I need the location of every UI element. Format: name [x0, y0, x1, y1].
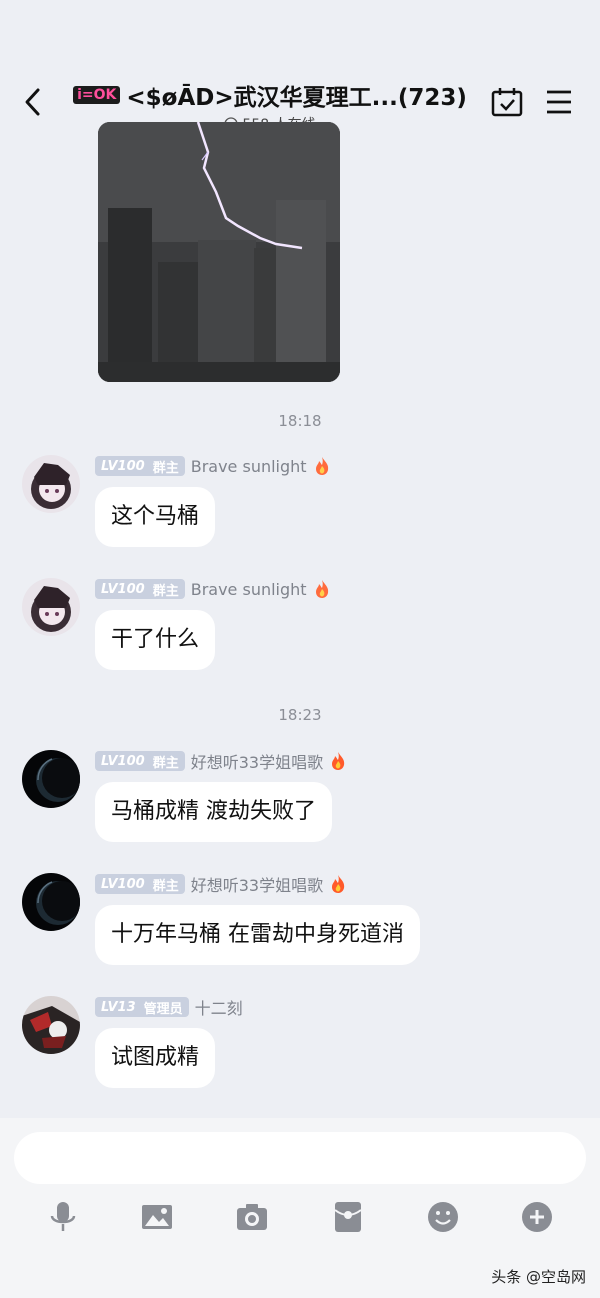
camera-icon[interactable]: [235, 1200, 269, 1234]
timestamp: 18:18: [278, 412, 322, 430]
timestamp: 18:23: [278, 706, 322, 724]
message-bubble[interactable]: 干了什么: [95, 610, 216, 670]
avatar[interactable]: [22, 455, 80, 513]
group-badge: i=OK: [73, 86, 121, 104]
level-badge: LV100 群主: [95, 751, 185, 771]
fire-icon: [332, 875, 345, 893]
avatar[interactable]: [22, 996, 80, 1054]
red-packet-icon[interactable]: [331, 1200, 365, 1234]
sender-name: 好想听33学姐唱歌: [190, 876, 324, 895]
message-bubble[interactable]: 十万年马桶 在雷劫中身死道消: [95, 905, 420, 965]
sender-name: Brave sunlight: [190, 579, 307, 599]
fire-icon: [332, 752, 345, 770]
level-badge: LV13 管理员: [95, 997, 189, 1017]
avatar[interactable]: [22, 578, 80, 636]
sender-name: 好想听33学姐唱歌: [190, 753, 324, 772]
fire-icon: [315, 457, 328, 475]
back-icon[interactable]: [18, 82, 48, 122]
plus-icon[interactable]: [520, 1200, 554, 1234]
menu-icon[interactable]: [544, 88, 574, 116]
level-badge: LV100 群主: [95, 579, 185, 599]
sender-name: 十二刻: [194, 999, 243, 1018]
avatar[interactable]: [22, 750, 80, 808]
group-title: <$øĀD>武汉华夏理工...(723): [126, 85, 467, 111]
message-bubble[interactable]: 试图成精: [95, 1028, 216, 1088]
avatar[interactable]: [22, 873, 80, 931]
message-bubble[interactable]: 马桶成精 渡劫失败了: [95, 782, 332, 842]
calendar-check-icon[interactable]: [490, 86, 524, 118]
image-icon[interactable]: [140, 1200, 174, 1234]
watermark: 头条 @空岛网: [491, 1268, 586, 1286]
level-badge: LV100 群主: [95, 874, 185, 894]
microphone-icon[interactable]: [46, 1200, 80, 1234]
fire-icon: [315, 580, 328, 598]
chat-header: i=OK <$øĀD>武汉华夏理工...(723) 558 人在线: [0, 0, 600, 136]
message-bubble[interactable]: 这个马桶: [95, 487, 216, 547]
lightning-photo[interactable]: [98, 122, 340, 382]
message-input[interactable]: [14, 1132, 586, 1184]
level-badge: LV100 群主: [95, 456, 185, 476]
sender-name: Brave sunlight: [190, 456, 307, 476]
emoji-icon[interactable]: [426, 1200, 460, 1234]
